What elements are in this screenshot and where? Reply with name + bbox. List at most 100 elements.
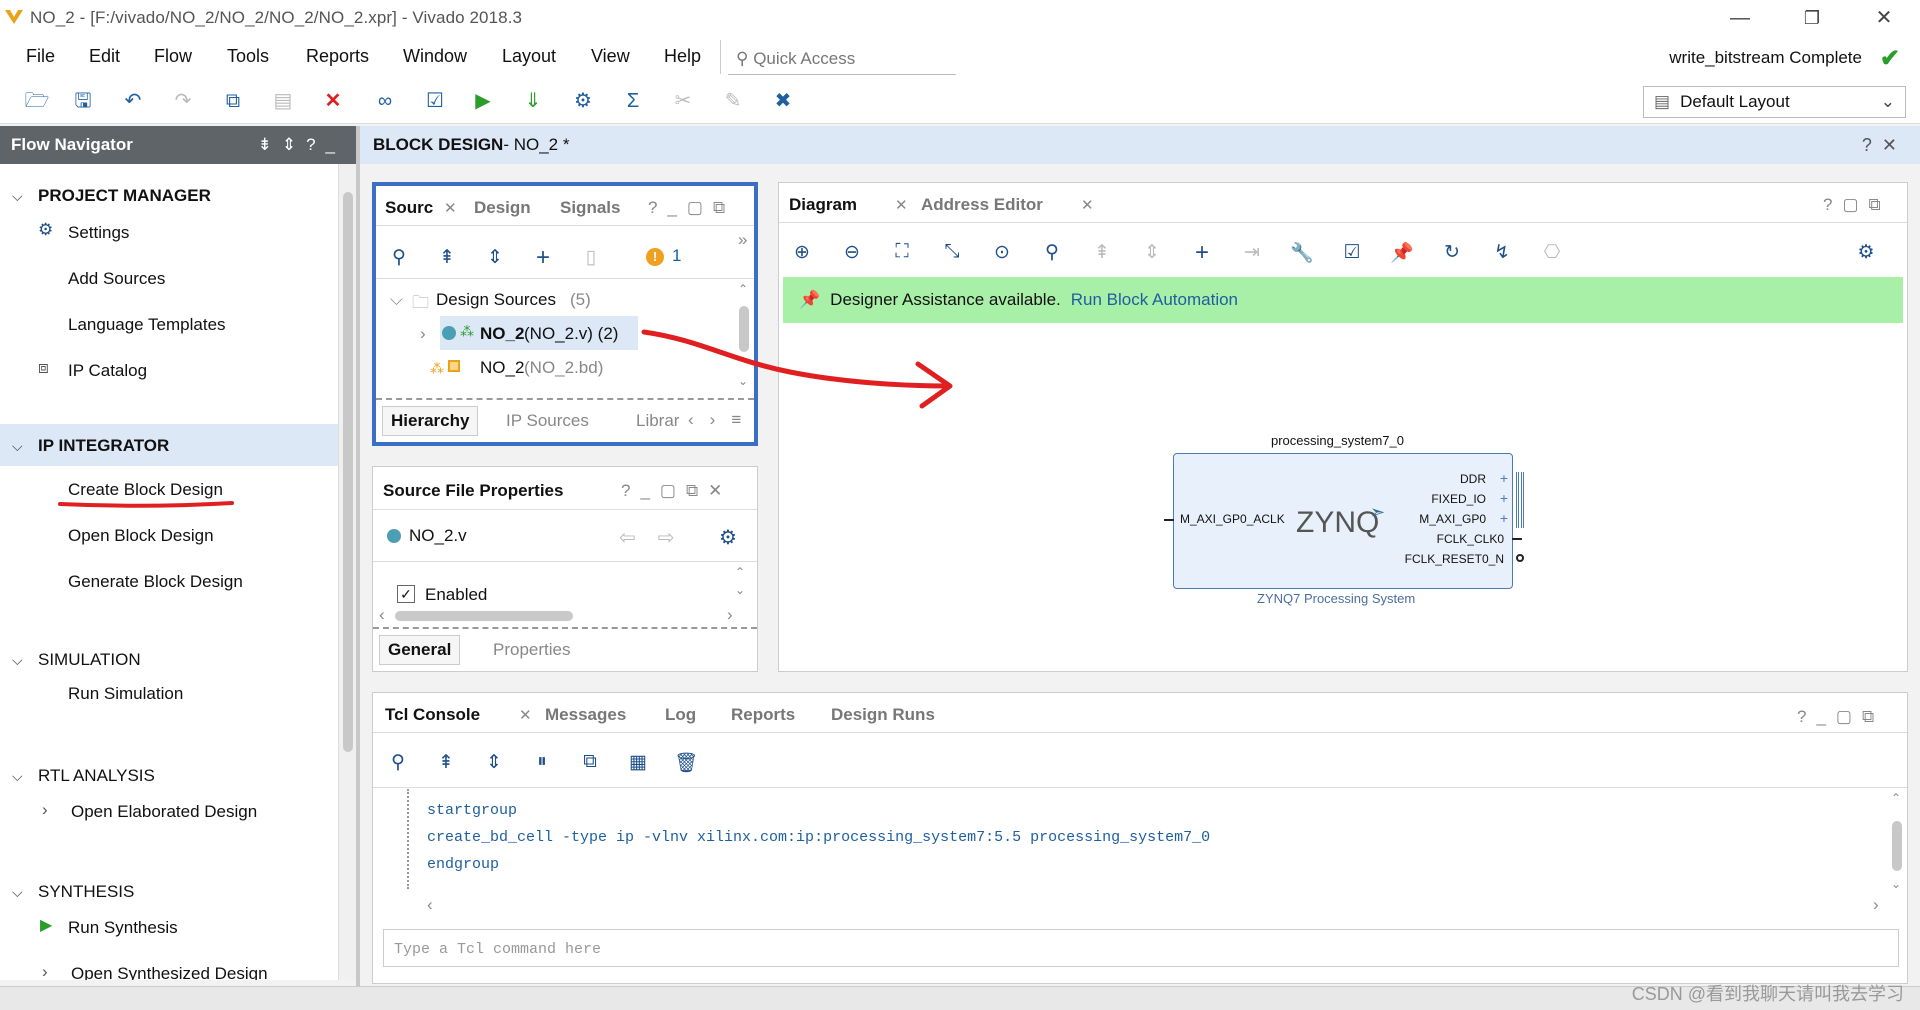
horizontal-scrollbar[interactable]: ‹ ›: [379, 605, 739, 624]
delete-icon[interactable]: ✕: [318, 86, 348, 116]
validate-icon[interactable]: ☑: [1339, 241, 1365, 264]
expand-all-icon[interactable]: ⇕: [481, 751, 507, 774]
run-icon[interactable]: ▶: [468, 86, 498, 116]
pin-icon[interactable]: 📌: [1389, 241, 1415, 265]
warning-icon[interactable]: !: [646, 248, 664, 266]
nav-open-elaborated-design[interactable]: Open Elaborated Design: [71, 802, 257, 822]
file-icon[interactable]: ▯: [578, 246, 604, 269]
binoculars-icon[interactable]: ∞: [370, 86, 400, 116]
tab-reports[interactable]: Reports: [731, 705, 795, 725]
nav-run-simulation[interactable]: Run Simulation: [68, 684, 183, 704]
copy-icon[interactable]: ⧉: [577, 751, 603, 773]
table-icon[interactable]: ▦: [625, 751, 651, 774]
tab-design-runs[interactable]: Design Runs: [831, 705, 935, 725]
collapse-all-icon[interactable]: ⇞: [434, 246, 460, 269]
nav-add-sources[interactable]: Add Sources: [68, 269, 165, 289]
minimize-icon[interactable]: —: [1720, 4, 1760, 32]
program-icon[interactable]: ⇓: [518, 86, 548, 116]
close-tab-icon[interactable]: ✕: [444, 199, 457, 217]
tab-tcl-console[interactable]: Tcl Console: [385, 705, 480, 725]
refresh-icon[interactable]: ↻: [1439, 241, 1465, 264]
tab-log[interactable]: Log: [665, 705, 696, 725]
tree-row-selected[interactable]: ⁂ NO_2 (NO_2.v) (2): [440, 316, 638, 350]
tab-ip-sources[interactable]: IP Sources: [506, 411, 589, 431]
wrench-icon[interactable]: 🔧: [1289, 241, 1315, 265]
probe-icon[interactable]: ✎: [718, 86, 748, 116]
nav-settings[interactable]: Settings: [68, 223, 129, 243]
menu-file[interactable]: File: [26, 46, 55, 67]
debug-icon[interactable]: ✂: [668, 86, 698, 116]
zoom-in-icon[interactable]: ⊕: [789, 241, 815, 264]
tab-diagram[interactable]: Diagram: [789, 195, 857, 215]
console-vscrollbar[interactable]: ⌃ ⌄: [1889, 791, 1905, 895]
close-tab-icon[interactable]: ✕: [895, 196, 908, 214]
menu-flow[interactable]: Flow: [154, 46, 192, 67]
nav-ip-catalog[interactable]: IP Catalog: [68, 361, 147, 381]
run-block-automation-link[interactable]: Run Block Automation: [1071, 290, 1238, 310]
expand-icon[interactable]: ⇕: [1139, 241, 1165, 264]
tab-properties[interactable]: Properties: [493, 640, 570, 660]
gear-icon[interactable]: ⚙: [719, 525, 737, 550]
restore-icon[interactable]: ❐: [1792, 4, 1832, 32]
menu-view[interactable]: View: [591, 46, 630, 67]
undo-icon[interactable]: ↶: [118, 86, 148, 116]
paste-icon[interactable]: ▤: [268, 86, 298, 116]
pause-icon[interactable]: ⏸: [529, 751, 555, 773]
menu-tools[interactable]: Tools: [227, 46, 269, 67]
tab-scroll-icon[interactable]: ‹›≡: [688, 410, 757, 430]
validate-icon[interactable]: ☑: [420, 86, 450, 116]
copy-icon[interactable]: ⧉: [218, 86, 248, 116]
close-window-icon[interactable]: ✕: [1864, 4, 1904, 32]
expand-all-icon[interactable]: ⇕: [482, 246, 508, 269]
search-icon[interactable]: ⚲: [386, 246, 412, 269]
tab-libraries[interactable]: Librar: [636, 411, 679, 431]
layout-select[interactable]: ▤ Default Layout ⌄: [1643, 86, 1906, 118]
splitter[interactable]: [356, 126, 360, 986]
tab-sources[interactable]: Sourc: [385, 198, 433, 218]
menu-help[interactable]: Help: [664, 46, 701, 67]
quick-access-input[interactable]: ⚲ Quick Access: [728, 43, 956, 75]
scrollbar-thumb[interactable]: [395, 611, 573, 621]
tab-address-editor[interactable]: Address Editor: [921, 195, 1043, 215]
help-close-icon[interactable]: ?✕: [1862, 135, 1907, 156]
collapse-all-icon[interactable]: ⇞: [433, 751, 459, 774]
nav-create-block-design[interactable]: Create Block Design: [68, 480, 223, 500]
redo-icon[interactable]: ↷: [168, 86, 198, 116]
tab-design[interactable]: Design: [474, 198, 531, 218]
enabled-checkbox[interactable]: ✓: [397, 585, 415, 603]
panel-controls-icon[interactable]: ?_▢⧉: [648, 198, 735, 218]
tab-messages[interactable]: Messages: [545, 705, 626, 725]
flow-navigator-scrollbar[interactable]: [338, 164, 356, 980]
scrollbar-thumb[interactable]: [343, 192, 353, 752]
nav-open-synthesized-design[interactable]: Open Synthesized Design: [71, 964, 268, 980]
design-sources-label[interactable]: Design Sources: [436, 290, 556, 310]
tab-general[interactable]: General: [379, 635, 461, 665]
tab-signals[interactable]: Signals: [560, 198, 620, 218]
nav-language-templates[interactable]: Language Templates: [68, 315, 226, 335]
section-simulation[interactable]: ⌵ SIMULATION: [0, 642, 338, 678]
zynq-block[interactable]: M_AXI_GP0_ACLK ZYNQ ➣ DDR FIXED_IO M_AXI…: [1164, 453, 1524, 589]
section-synthesis[interactable]: ⌵ SYNTHESIS: [0, 874, 338, 910]
gear-icon[interactable]: ⚙: [1853, 241, 1879, 264]
port-icon[interactable]: ⎔: [1539, 241, 1565, 264]
section-ip-integrator[interactable]: ⌵ IP INTEGRATOR: [0, 424, 338, 466]
menu-reports[interactable]: Reports: [306, 46, 369, 67]
tree-item-name[interactable]: NO_2: [480, 358, 524, 378]
tcl-command-input[interactable]: Type a Tcl command here: [383, 929, 1899, 967]
menu-layout[interactable]: Layout: [502, 46, 556, 67]
console-hscrollbar[interactable]: ‹ ›: [427, 895, 1889, 915]
open-project-icon[interactable]: 🗁: [22, 86, 52, 116]
connect-icon[interactable]: ⇥: [1239, 241, 1265, 264]
trash-icon[interactable]: 🗑: [673, 751, 699, 775]
collapse-icon[interactable]: ⇞: [1089, 241, 1115, 264]
nav-run-synthesis[interactable]: Run Synthesis: [68, 918, 178, 938]
sigma-icon[interactable]: Σ: [618, 86, 648, 116]
scrollbar-thumb[interactable]: [1892, 821, 1902, 871]
tab-hierarchy[interactable]: Hierarchy: [382, 406, 479, 436]
save-icon[interactable]: 🖫: [68, 86, 98, 116]
nav-open-block-design[interactable]: Open Block Design: [68, 526, 214, 546]
menu-window[interactable]: Window: [403, 46, 467, 67]
panel-controls-icon[interactable]: ?_▢⧉✕: [621, 481, 732, 501]
nav-generate-block-design[interactable]: Generate Block Design: [68, 572, 243, 592]
zoom-out-icon[interactable]: ⊖: [839, 241, 865, 264]
